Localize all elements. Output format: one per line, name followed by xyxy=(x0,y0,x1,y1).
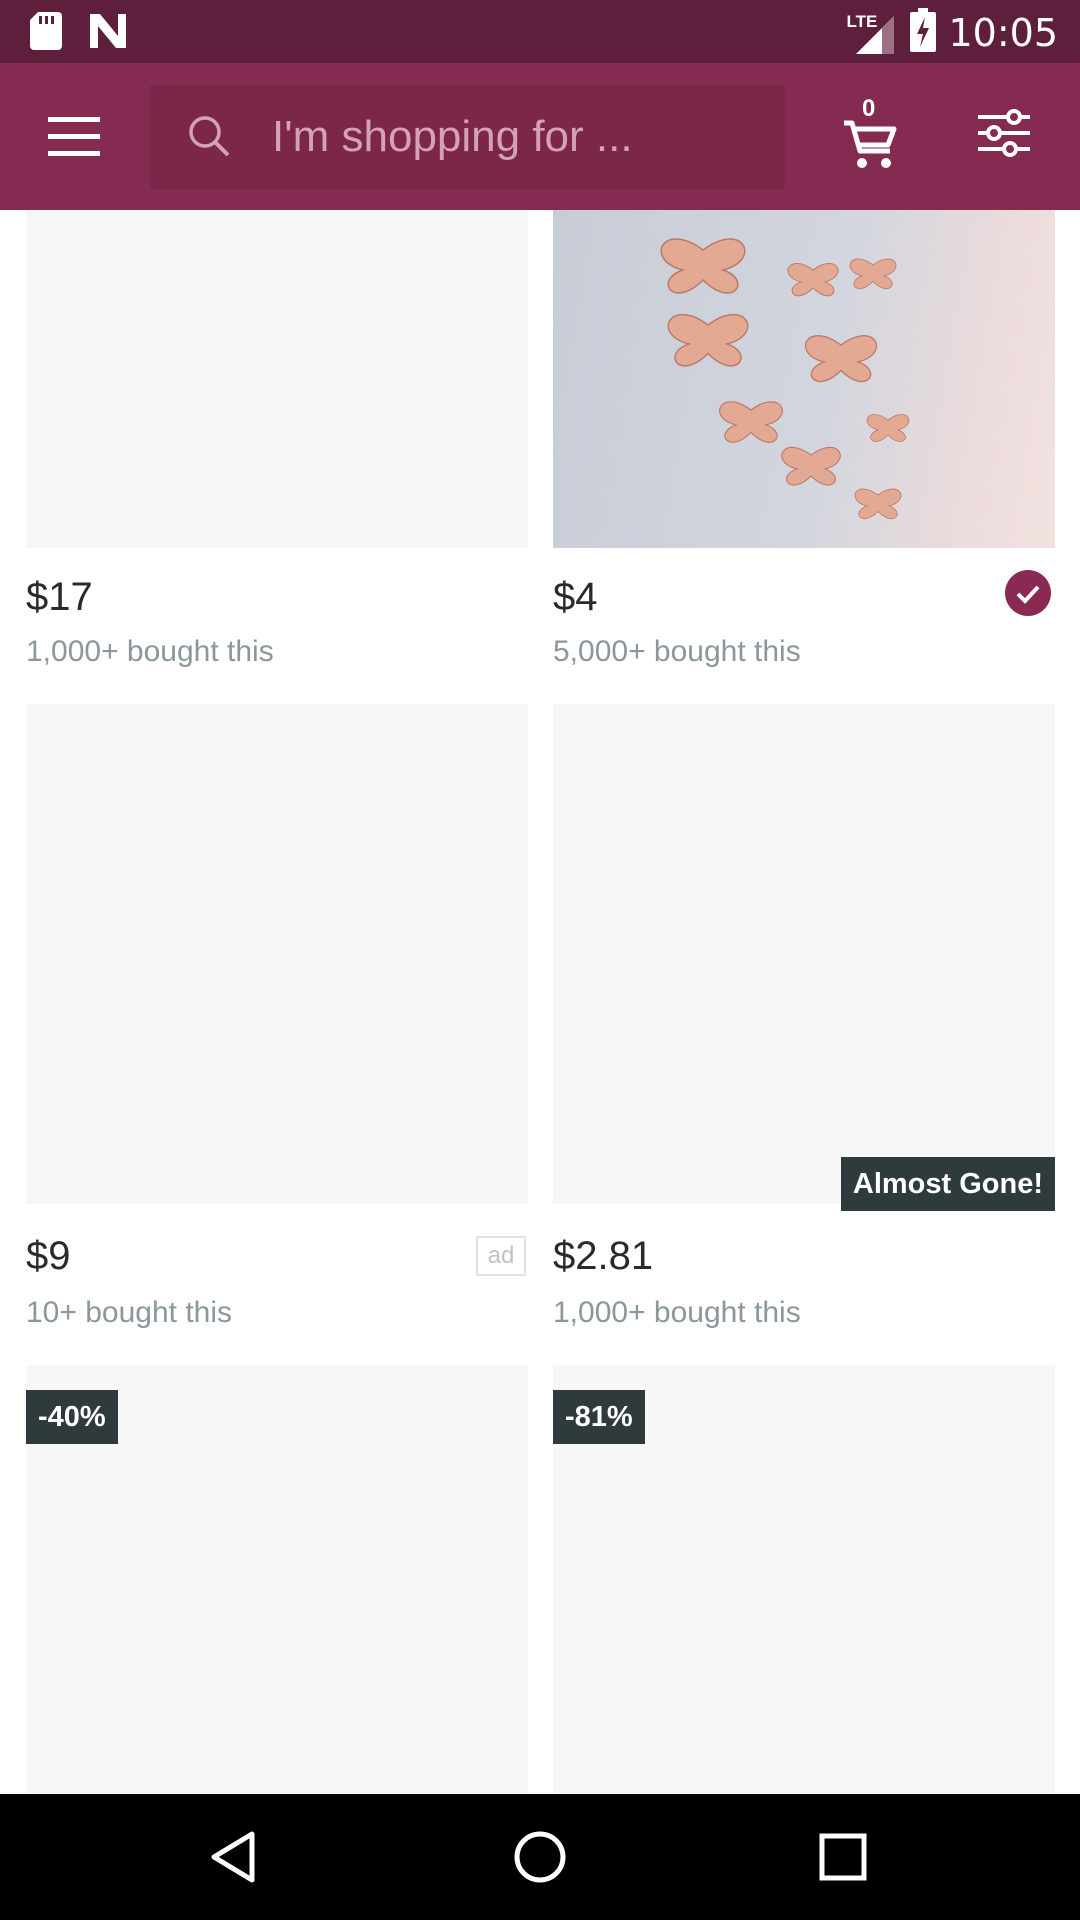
product-sold-count: 5,000+ bought this xyxy=(553,635,801,668)
product-sold-count: 10+ bought this xyxy=(26,1296,233,1329)
search-input[interactable] xyxy=(272,85,772,189)
product-card[interactable]: $17 1,000+ bought this xyxy=(26,210,528,680)
hamburger-menu-icon xyxy=(48,117,100,156)
product-card[interactable]: -81% xyxy=(553,1365,1055,1794)
product-price: $9 xyxy=(26,1234,71,1278)
butterfly-wall-decor-image xyxy=(660,238,910,519)
cart-button[interactable]: 0 xyxy=(838,95,902,171)
product-image xyxy=(553,704,1055,1204)
shopping-cart-icon xyxy=(844,120,897,168)
notification-n-icon xyxy=(88,12,128,55)
product-card[interactable]: $9 ad 10+ bought this xyxy=(26,704,528,1344)
search-icon xyxy=(189,116,230,157)
product-price: $2.81 xyxy=(553,1234,654,1278)
home-button[interactable] xyxy=(505,1822,575,1892)
signal-lte-icon: LTE xyxy=(846,10,898,56)
menu-button[interactable] xyxy=(38,109,110,165)
discount-badge: -81% xyxy=(553,1390,645,1444)
clock: 10:05 xyxy=(948,10,1058,55)
app-bar: 0 xyxy=(0,63,1080,210)
product-card[interactable]: Almost Gone! $2.81 1,000+ bought this xyxy=(553,704,1055,1344)
discount-badge: -40% xyxy=(26,1390,118,1444)
sd-card-icon xyxy=(30,12,62,55)
product-image xyxy=(553,210,1055,548)
system-navigation-bar xyxy=(0,1794,1080,1920)
filter-button[interactable] xyxy=(978,109,1034,163)
recents-square-icon xyxy=(819,1833,867,1881)
product-grid: $17 1,000+ bought this $4 5,000+ bought … xyxy=(0,210,1080,1794)
battery-charging-icon xyxy=(910,8,937,57)
home-circle-icon xyxy=(514,1831,566,1883)
recents-button[interactable] xyxy=(808,1822,878,1892)
filter-sliders-icon xyxy=(978,109,1030,157)
almost-gone-badge: Almost Gone! xyxy=(840,1157,1055,1211)
search-bar[interactable] xyxy=(150,85,785,189)
status-bar: LTE 10:05 xyxy=(0,0,1080,63)
product-image xyxy=(26,210,528,548)
product-price: $4 xyxy=(553,575,598,619)
product-card[interactable]: -40% xyxy=(26,1365,528,1794)
product-price: $17 xyxy=(26,575,93,619)
back-button[interactable] xyxy=(202,1822,272,1892)
product-card[interactable]: $4 5,000+ bought this xyxy=(553,210,1055,680)
ad-badge: ad xyxy=(476,1236,526,1276)
product-sold-count: 1,000+ bought this xyxy=(553,1296,801,1329)
verified-check-icon xyxy=(1005,570,1051,616)
back-triangle-icon xyxy=(211,1831,255,1883)
product-sold-count: 1,000+ bought this xyxy=(26,635,274,668)
product-image xyxy=(26,704,528,1204)
